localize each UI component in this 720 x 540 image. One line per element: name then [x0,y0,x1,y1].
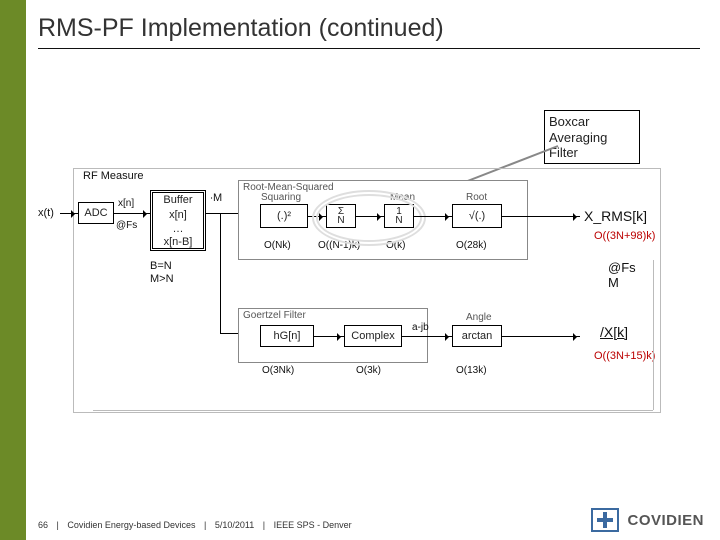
root-cost: O(28k) [456,240,487,251]
xrms-label: X_RMS[k] [584,208,647,224]
xrms-cost: O((3N+98)k) [594,230,655,242]
buf-out-h [206,213,220,214]
a-adc-buf [114,213,150,214]
covidien-logo-mark [591,508,619,532]
a-at-phase [502,336,580,337]
buffer-row2: x[n-B] [150,235,206,251]
goertzel-header: Goertzel Filter [243,310,306,321]
title-rule [38,48,700,49]
square-title: Squaring [261,192,301,203]
arctan-block: arctan [452,325,502,347]
square-block: (.)² [260,204,308,228]
footer-venue: IEEE SPS - Denver [274,520,352,530]
fbk-v-right [653,260,654,410]
fs-label: @Fs [116,220,137,231]
BN-label: B=N M>N [150,260,174,286]
root-title: Root [466,192,487,203]
covidien-logo-text: COVIDIEN [627,512,704,529]
footer-org: Covidien Energy-based Devices [67,520,195,530]
phase-cost: O((3N+15)k) [594,350,655,362]
boxcar-highlight-2 [312,190,426,246]
xn-label: x[n] [118,198,134,209]
complex-cost: O(3k) [356,365,381,376]
rf-caption: RF Measure [83,170,144,182]
a-xt-adc [60,213,78,214]
buffer-row1: … [150,222,206,236]
bM-label: ∙M [210,192,222,204]
block-diagram: RF Measure x(t) ADC x[n] @Fs Buffer x[n]… [38,150,698,430]
footer-date: 5/10/2011 [215,520,254,530]
gcoef-block: hG[n] [260,325,314,347]
buffer-header: Buffer [150,190,206,208]
complex-block: Complex [344,325,402,347]
fsM-label: @Fs M [608,260,636,290]
accent-sidebar [0,0,26,540]
fbk-h [93,410,653,411]
phase-label: /X[k] [600,324,628,340]
footer-page: 66 [38,520,48,530]
angle-title: Angle [466,312,492,323]
buffer-row0: x[n] [150,207,206,223]
gcoef-cost: O(3Nk) [262,365,294,376]
square-cost: O(Nk) [264,240,291,251]
adc-block: ADC [78,202,114,224]
a-gc-cp [314,336,344,337]
footer: 66 | Covidien Energy-based Devices | 5/1… [38,520,352,530]
page-title: RMS-PF Implementation (continued) [38,14,444,43]
ab-label: a-jb [412,322,429,333]
buf-out-v [220,213,221,333]
root-block: √(.) [452,204,502,228]
covidien-logo: COVIDIEN [591,508,704,532]
a-root-xrms [502,216,580,217]
arctan-cost: O(13k) [456,365,487,376]
xt-label: x(t) [38,207,54,219]
a-mean-root [414,216,452,217]
a-cp-at [402,336,452,337]
